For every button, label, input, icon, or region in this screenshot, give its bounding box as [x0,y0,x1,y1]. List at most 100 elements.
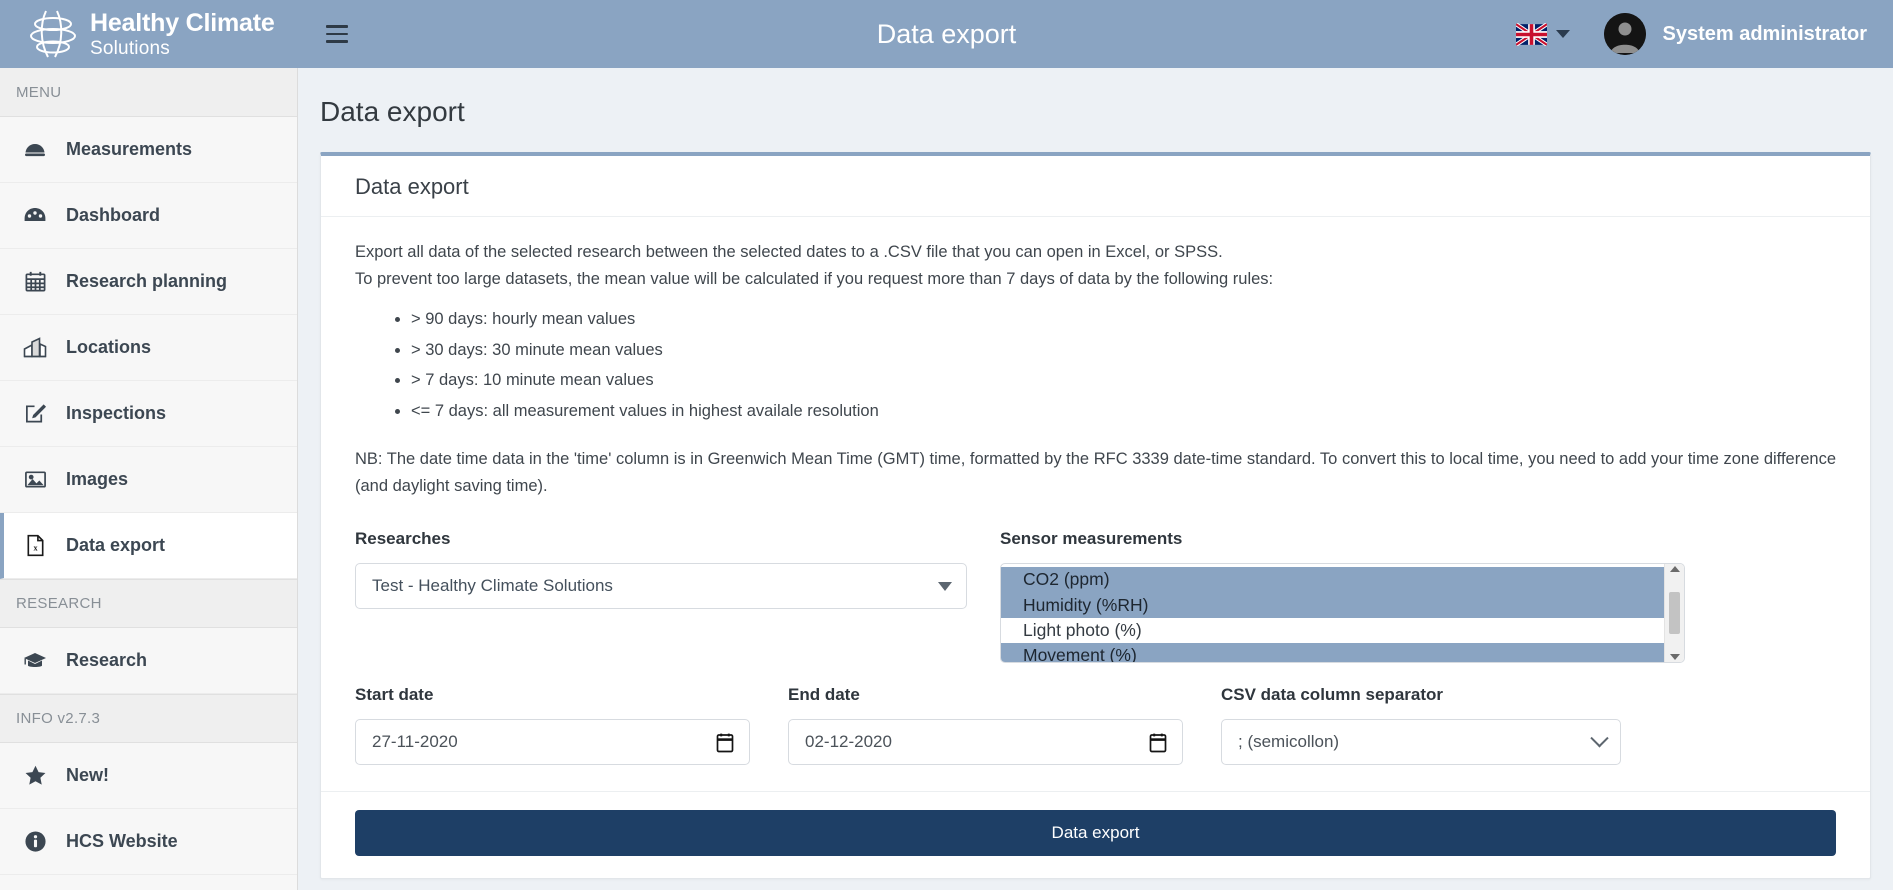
main-content: Data export Data export Export all data … [298,68,1893,890]
sidebar-item-label: New! [66,765,109,786]
top-bar: Healthy Climate Solutions Data export [0,0,1893,68]
caret-down-icon [938,582,952,591]
end-date-label: End date [788,685,1221,705]
researches-label: Researches [355,529,1000,549]
scroll-down-icon[interactable] [1670,654,1680,660]
rule-item: <= 7 days: all measurement values in hig… [411,398,1836,424]
app-root: Healthy Climate Solutions Data export [0,0,1893,890]
sidebar-item-measurements[interactable]: Measurements [0,117,297,183]
sidebar-item-label: HCS Website [66,831,178,852]
chevron-down-icon [1590,729,1608,747]
brand-logo-block[interactable]: Healthy Climate Solutions [0,0,298,68]
image-icon [22,468,48,492]
form-row-2: Start date 27-11-2020 [355,685,1836,765]
end-date-field: End date 02-12-2020 [788,685,1221,765]
sensor-measurements-field: Sensor measurements CO2 (ppm) Humidity (… [1000,529,1836,663]
hamburger-bar [326,40,348,43]
calendar-picker-icon[interactable] [1148,732,1168,753]
language-switcher[interactable] [1516,23,1570,46]
scrollbar-thumb[interactable] [1669,592,1680,634]
sidebar-item-label: Research planning [66,271,227,292]
page-title: Data export [298,68,1893,152]
sensor-measurements-label: Sensor measurements [1000,529,1836,549]
sensor-measurements-listbox[interactable]: CO2 (ppm) Humidity (%RH) Light photo (%)… [1000,563,1685,663]
end-date-value: 02-12-2020 [805,732,1148,752]
sidebar-item-new[interactable]: New! [0,743,297,809]
start-date-value: 27-11-2020 [372,732,715,752]
nb-note: NB: The date time data in the 'time' col… [355,446,1836,499]
hamburger-bar [326,25,348,28]
brand-line-2: Solutions [90,39,275,58]
sidebar-section-menu: MENU [0,68,297,117]
sidebar-item-hcs-website[interactable]: HCS Website [0,809,297,875]
sidebar-item-label: Research [66,650,147,671]
gauge-icon [22,204,48,228]
start-date-label: Start date [355,685,788,705]
sidebar-item-label: Data export [66,535,165,556]
user-name-label: System administrator [1662,23,1867,46]
sidebar-item-inspections[interactable]: Inspections [0,381,297,447]
sensor-option-co2[interactable]: CO2 (ppm) [1001,567,1664,592]
globe-lines-icon [26,8,80,60]
scroll-up-icon[interactable] [1670,566,1680,572]
card-title: Data export [321,156,1870,217]
sidebar-item-data-export[interactable]: x Data export [0,513,297,579]
researches-field: Researches Test - Healthy Climate Soluti… [355,529,1000,663]
brand-line-1: Healthy Climate [90,11,275,36]
rule-item: > 90 days: hourly mean values [411,306,1836,332]
data-export-card: Data export Export all data of the selec… [320,152,1871,879]
sidebar-item-locations[interactable]: Locations [0,315,297,381]
sidebar-item-images[interactable]: Images [0,447,297,513]
rule-item: > 7 days: 10 minute mean values [411,367,1836,393]
researches-selected-value: Test - Healthy Climate Solutions [372,576,938,596]
info-circle-icon [22,830,48,854]
graduation-cap-icon [22,649,48,673]
buildings-icon [22,336,48,360]
data-export-button[interactable]: Data export [355,810,1836,856]
intro-line-2: To prevent too large datasets, the mean … [355,266,1836,293]
sensor-option-movement[interactable]: Movement (%) [1001,643,1664,663]
hamburger-icon[interactable] [316,13,358,55]
sidebar-item-dashboard[interactable]: Dashboard [0,183,297,249]
card-footer: Data export [321,791,1870,878]
uk-flag-icon [1516,23,1547,46]
user-avatar-icon[interactable] [1604,13,1646,55]
csv-separator-select[interactable]: ; (semicollon) [1221,719,1621,765]
top-bar-right: System administrator [1516,13,1893,55]
sensor-option-light-photo[interactable]: Light photo (%) [1001,618,1664,643]
sidebar-item-label: Dashboard [66,205,160,226]
card-body: Export all data of the selected research… [321,217,1870,765]
form-row-1: Researches Test - Healthy Climate Soluti… [355,529,1836,663]
researches-select[interactable]: Test - Healthy Climate Solutions [355,563,967,609]
star-icon [22,764,48,788]
sensor-option-humidity[interactable]: Humidity (%RH) [1001,593,1664,618]
body-area: MENU Measurements [0,68,1893,890]
hamburger-bar [326,33,348,36]
calendar-picker-icon[interactable] [715,732,735,753]
sensor-dome-icon [22,138,48,162]
calendar-icon [22,270,48,294]
sidebar-item-label: Locations [66,337,151,358]
sidebar-item-label: Inspections [66,403,166,424]
csv-separator-value: ; (semicollon) [1238,732,1593,752]
sensor-list-scrollbar[interactable] [1664,564,1684,662]
sidebar-item-research-planning[interactable]: Research planning [0,249,297,315]
rules-list: > 90 days: hourly mean values > 30 days:… [355,306,1836,424]
csv-separator-label: CSV data column separator [1221,685,1836,705]
csv-separator-field: CSV data column separator ; (semicollon) [1221,685,1836,765]
rule-item: > 30 days: 30 minute mean values [411,337,1836,363]
end-date-input[interactable]: 02-12-2020 [788,719,1183,765]
sensor-options-list: CO2 (ppm) Humidity (%RH) Light photo (%)… [1001,564,1664,662]
file-excel-icon: x [22,534,48,558]
intro-line-1: Export all data of the selected research… [355,239,1836,266]
clipboard-pencil-icon [22,402,48,426]
sidebar-item-research[interactable]: Research [0,628,297,694]
sidebar-section-info: INFO v2.7.3 [0,694,297,743]
caret-down-icon [1556,30,1570,38]
start-date-input[interactable]: 27-11-2020 [355,719,750,765]
sidebar: MENU Measurements [0,68,298,890]
sidebar-item-label: Measurements [66,139,192,160]
sidebar-item-label: Images [66,469,128,490]
brand-text: Healthy Climate Solutions [90,11,275,58]
start-date-field: Start date 27-11-2020 [355,685,788,765]
